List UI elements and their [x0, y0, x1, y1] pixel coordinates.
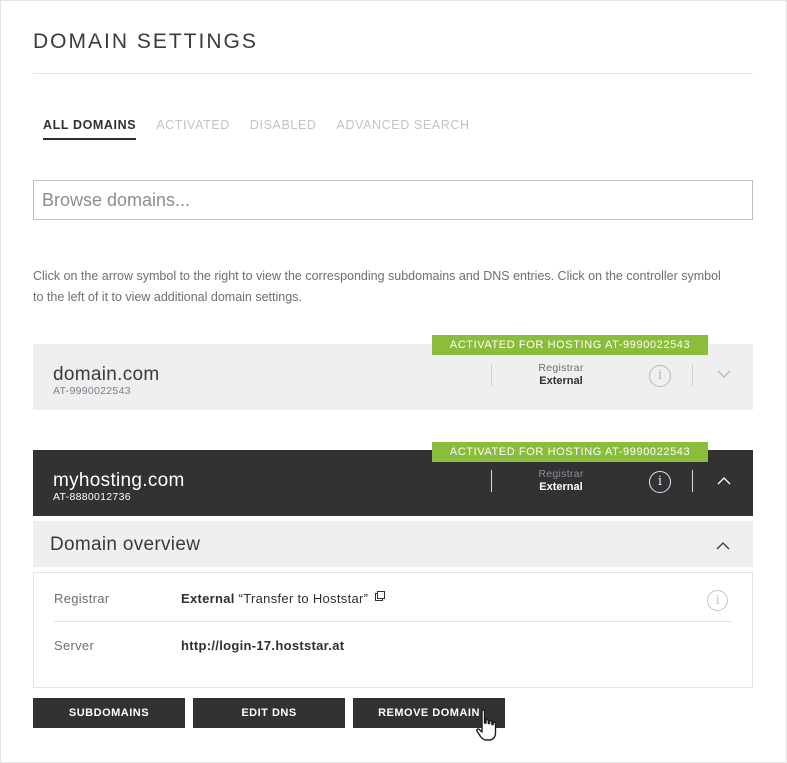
domain-filter-tabs: ALL DOMAINS ACTIVATED DISABLED ADVANCED …: [43, 118, 470, 140]
tab-advanced-search[interactable]: ADVANCED SEARCH: [337, 118, 470, 140]
chevron-up-icon[interactable]: [717, 476, 731, 485]
domain-name: myhosting.com: [53, 470, 185, 491]
registrar-value: External: [181, 591, 235, 606]
info-icon[interactable]: i: [649, 365, 671, 387]
domain-id: AT-8880012736: [53, 491, 131, 503]
domain-overview-details: Registrar External “Transfer to Hoststar…: [33, 572, 753, 688]
info-icon[interactable]: i: [649, 471, 671, 493]
chevron-up-icon[interactable]: [716, 541, 730, 550]
divider: [692, 470, 693, 492]
page-title: DOMAIN SETTINGS: [33, 30, 258, 53]
server-value: http://login-17.hoststar.at: [181, 638, 345, 653]
tab-all-domains[interactable]: ALL DOMAINS: [43, 118, 137, 140]
instructions-text: Click on the arrow symbol to the right t…: [33, 269, 721, 304]
hosting-status-badge: ACTIVATED FOR HOSTING AT-9990022543: [432, 335, 708, 355]
domain-overview-title: Domain overview: [50, 534, 201, 555]
tab-activated[interactable]: ACTIVATED: [156, 118, 230, 140]
domain-id: AT-9990022543: [53, 385, 131, 397]
divider: [491, 470, 492, 492]
search-domains-input[interactable]: [33, 180, 753, 220]
hand-cursor-icon: [476, 709, 497, 741]
subdomains-button[interactable]: SUBDOMAINS: [33, 698, 185, 728]
registrar-value-group: External “Transfer to Hoststar”: [181, 591, 386, 606]
registrar-value: External: [539, 375, 583, 387]
tab-disabled[interactable]: DISABLED: [250, 118, 317, 140]
domain-name: domain.com: [53, 364, 160, 385]
divider: [491, 364, 492, 386]
server-label: Server: [54, 638, 95, 653]
registrar-value: External: [539, 481, 583, 493]
edit-dns-button[interactable]: EDIT DNS: [193, 698, 345, 728]
info-icon[interactable]: i: [707, 590, 728, 611]
title-divider: [33, 73, 753, 74]
registrar-label: Registrar: [538, 468, 584, 480]
chevron-down-icon[interactable]: [717, 370, 731, 379]
hosting-status-badge: ACTIVATED FOR HOSTING AT-9990022543: [432, 442, 708, 462]
registrar-label: Registrar: [54, 591, 110, 606]
divider: [54, 621, 732, 622]
external-link-icon[interactable]: [375, 591, 386, 601]
transfer-to-hoststar-link[interactable]: “Transfer to Hoststar”: [239, 591, 369, 606]
domain-overview-header[interactable]: Domain overview: [33, 521, 753, 567]
divider: [692, 364, 693, 386]
registrar-label: Registrar: [538, 362, 584, 374]
